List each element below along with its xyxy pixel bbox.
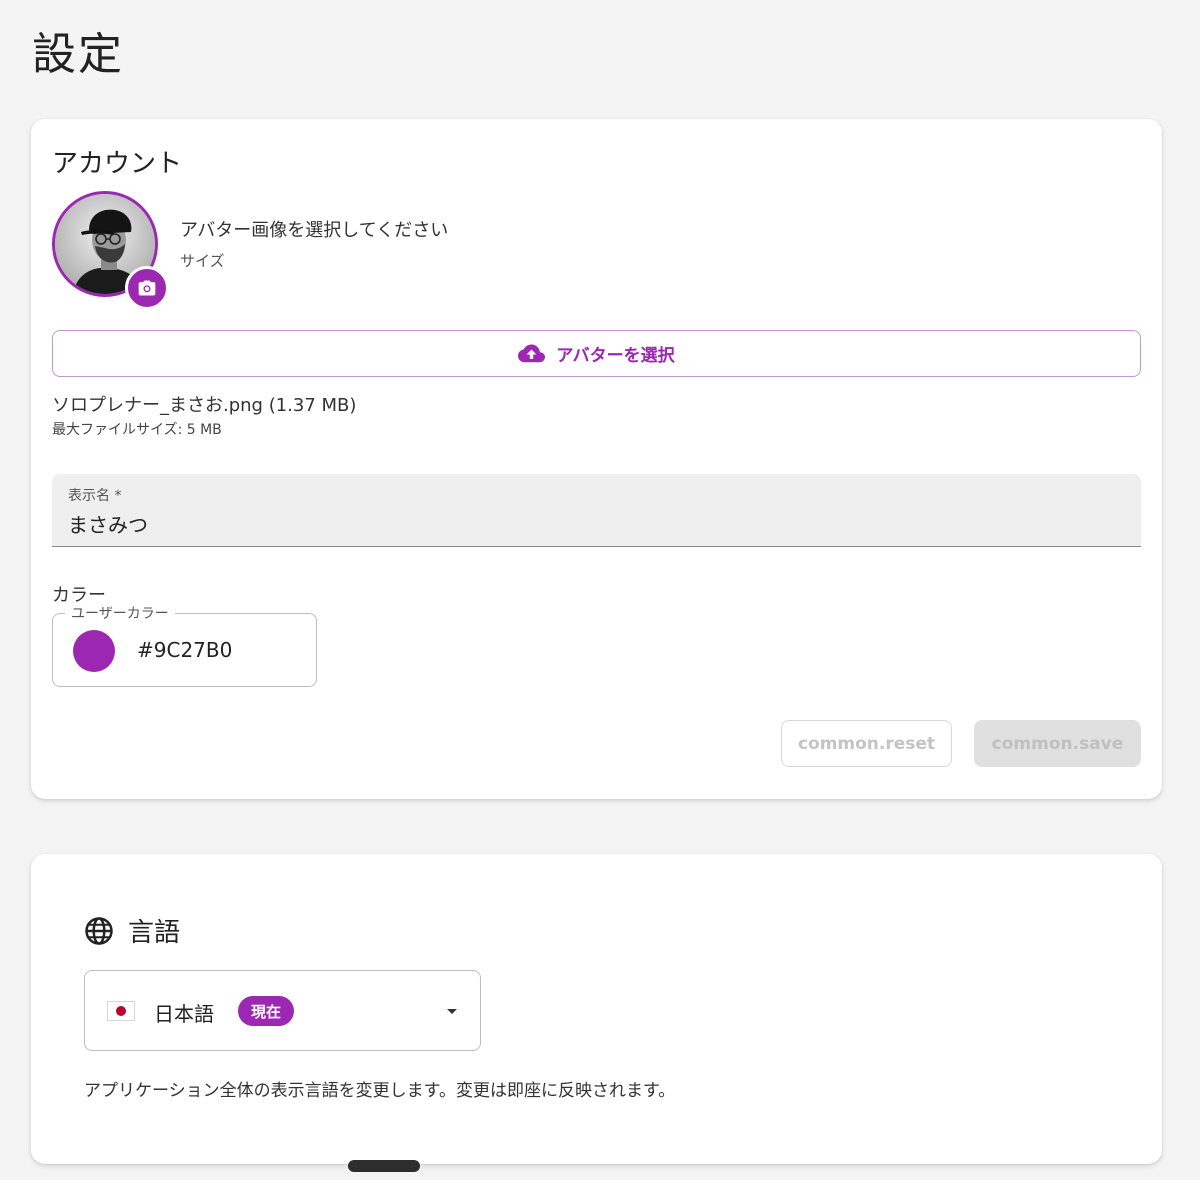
home-indicator bbox=[348, 1160, 420, 1172]
select-avatar-button[interactable]: アバターを選択 bbox=[52, 330, 1141, 377]
user-color-label: ユーザーカラー bbox=[65, 603, 175, 623]
color-value: #9C27B0 bbox=[137, 638, 233, 662]
language-card: 言語 日本語 現在 アプリケーション全体の表示言語を変更します。変更は即座に反映… bbox=[31, 854, 1162, 1164]
japan-flag-icon bbox=[107, 1001, 135, 1021]
reset-button[interactable]: common.reset bbox=[781, 720, 952, 767]
language-section-title: 言語 bbox=[128, 918, 181, 948]
cloud-upload-icon bbox=[518, 344, 546, 362]
language-header: 言語 bbox=[84, 912, 180, 949]
language-description: アプリケーション全体の表示言語を変更します。変更は即座に反映されます。 bbox=[84, 1081, 676, 1101]
color-swatch[interactable] bbox=[73, 630, 115, 672]
account-card: アカウント アバター画像を選択してください サイズ アバターを選択 ソロプレナー… bbox=[31, 119, 1162, 799]
change-avatar-button[interactable] bbox=[125, 266, 169, 310]
display-name-value: まさみつ bbox=[68, 513, 148, 537]
camera-icon bbox=[138, 280, 156, 296]
user-color-field[interactable]: ユーザーカラー #9C27B0 bbox=[52, 603, 317, 687]
language-select[interactable]: 日本語 現在 bbox=[84, 970, 481, 1051]
selected-file-name: ソロプレナー_まさお.png (1.37 MB) bbox=[52, 395, 357, 416]
caret-down-icon[interactable] bbox=[447, 1009, 457, 1014]
globe-icon bbox=[85, 916, 113, 945]
page-title: 設定 bbox=[32, 29, 124, 80]
current-badge: 現在 bbox=[238, 996, 295, 1026]
avatar-container bbox=[52, 191, 170, 310]
max-file-size: 最大ファイルサイズ: 5 MB bbox=[52, 422, 222, 438]
select-avatar-label: アバターを選択 bbox=[556, 346, 675, 366]
avatar-size-label: サイズ bbox=[180, 252, 225, 270]
save-button[interactable]: common.save bbox=[974, 720, 1141, 767]
display-name-field[interactable]: 表示名 * まさみつ bbox=[52, 474, 1141, 547]
selected-language: 日本語 bbox=[154, 1002, 214, 1026]
account-section-title: アカウント bbox=[52, 149, 183, 179]
display-name-label: 表示名 * bbox=[68, 488, 122, 504]
avatar-prompt: アバター画像を選択してください bbox=[180, 220, 449, 241]
